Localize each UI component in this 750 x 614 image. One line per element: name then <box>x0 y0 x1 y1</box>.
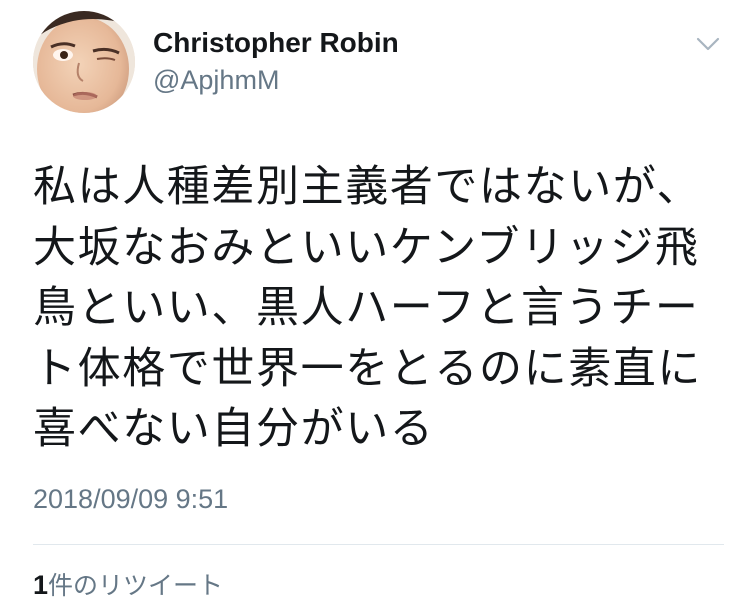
tweet-text-line: ト体格で世界一をとるのに素直に <box>33 343 702 394</box>
retweet-count: 1 <box>33 570 49 600</box>
chevron-down-icon[interactable] <box>694 34 722 54</box>
tweet-text-line: 喜べない自分がいる <box>33 404 435 454</box>
author-display-name[interactable]: Christopher Robin <box>153 26 399 60</box>
retweet-count-label: 件のリツイート <box>48 571 224 600</box>
avatar-face-image <box>33 11 135 113</box>
retweet-count-link[interactable]: 1件のリツイート <box>33 568 223 603</box>
avatar[interactable] <box>33 11 135 113</box>
tweet-text-line: 鳥といい、黒人ハーフと言うチー <box>33 283 700 333</box>
tweet-timestamp[interactable]: 2018/09/09 9:51 <box>33 482 228 516</box>
tweet-text-line: 大坂なおみといいケンブリッジ飛 <box>33 222 700 273</box>
tweet: Christopher Robin @ApjhmM 私は人種差別主義者ではないが… <box>0 0 750 614</box>
author-handle[interactable]: @ApjhmM <box>153 64 279 96</box>
divider <box>33 544 724 545</box>
tweet-text-line: 私は人種差別主義者ではないが、 <box>33 162 702 212</box>
tweet-text: 私は人種差別主義者ではないが、 大坂なおみといいケンブリッジ飛 鳥といい、黒人ハ… <box>33 157 723 460</box>
